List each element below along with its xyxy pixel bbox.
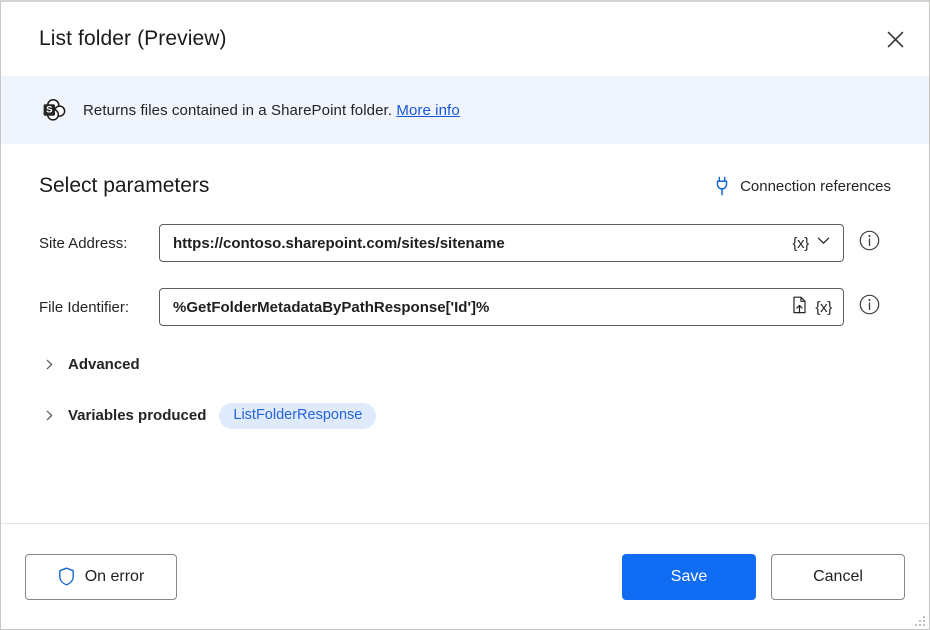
chevron-right-icon (43, 358, 56, 371)
variable-icon: {x} (815, 299, 832, 316)
expander-advanced[interactable]: Advanced (39, 356, 891, 373)
dialog-titlebar: List folder (Preview) (1, 2, 929, 76)
cancel-button[interactable]: Cancel (771, 554, 905, 600)
list-folder-dialog: List folder (Preview) S Returns files co… (0, 0, 930, 630)
close-icon (887, 31, 904, 48)
site-address-value[interactable]: https://contoso.sharepoint.com/sites/sit… (173, 235, 789, 252)
close-button[interactable] (875, 20, 915, 58)
param-row-file-identifier: File Identifier: %GetFolderMetadataByPat… (39, 288, 891, 326)
expander-variables-produced[interactable]: Variables produced ListFolderResponse (39, 403, 891, 429)
on-error-button[interactable]: On error (25, 554, 177, 600)
expander-variables-produced-label: Variables produced (68, 407, 206, 424)
dialog-title: List folder (Preview) (39, 27, 875, 51)
info-icon (859, 230, 880, 256)
resize-grip[interactable] (911, 612, 925, 626)
shield-icon (58, 567, 75, 586)
section-title: Select parameters (39, 174, 209, 198)
param-row-site-address: Site Address: https://contoso.sharepoint… (39, 224, 891, 262)
variable-pill-listfolderresponse[interactable]: ListFolderResponse (219, 403, 376, 429)
connection-references-button[interactable]: Connection references (713, 176, 891, 196)
chevron-right-icon (43, 409, 56, 422)
dialog-body: Select parameters Connection references … (1, 144, 929, 523)
variable-icon: {x} (792, 235, 809, 252)
svg-text:S: S (46, 105, 53, 116)
site-address-info-button[interactable] (858, 232, 880, 254)
info-icon (859, 294, 880, 320)
site-address-field[interactable]: https://contoso.sharepoint.com/sites/sit… (159, 224, 844, 262)
chevron-down-icon (815, 232, 832, 254)
sharepoint-icon: S (39, 95, 69, 125)
dialog-footer: On error Save Cancel (1, 523, 929, 629)
file-identifier-label: File Identifier: (39, 299, 159, 316)
file-identifier-field[interactable]: %GetFolderMetadataByPathResponse['Id']% … (159, 288, 844, 326)
save-button[interactable]: Save (622, 554, 756, 600)
section-header: Select parameters Connection references (39, 174, 891, 198)
file-upload-icon (790, 295, 809, 320)
file-identifier-value[interactable]: %GetFolderMetadataByPathResponse['Id']% (173, 299, 787, 316)
on-error-label: On error (85, 568, 145, 586)
file-identifier-variable-button[interactable]: {x} (812, 291, 835, 323)
file-identifier-info-button[interactable] (858, 296, 880, 318)
info-banner-description: Returns files contained in a SharePoint … (83, 102, 392, 119)
info-banner-text: Returns files contained in a SharePoint … (83, 102, 460, 119)
site-address-variable-button[interactable]: {x} (789, 227, 812, 259)
info-banner: S Returns files contained in a SharePoin… (1, 76, 929, 144)
file-identifier-picker-button[interactable] (787, 291, 812, 323)
site-address-label: Site Address: (39, 235, 159, 252)
site-address-dropdown-button[interactable] (812, 227, 835, 259)
more-info-link[interactable]: More info (396, 102, 459, 119)
expander-advanced-label: Advanced (68, 356, 140, 373)
connection-references-label: Connection references (740, 178, 891, 195)
plug-icon (713, 176, 731, 196)
